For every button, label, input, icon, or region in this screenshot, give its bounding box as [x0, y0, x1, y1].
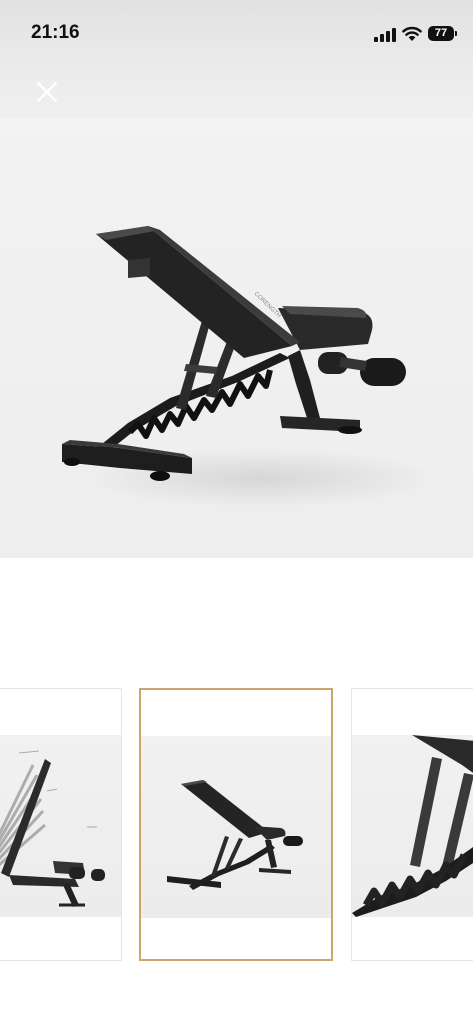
thumbnail-image	[0, 735, 121, 917]
thumbnail-1[interactable]	[0, 688, 122, 961]
thumbnail-image	[141, 736, 331, 918]
status-time: 21:16	[31, 22, 80, 43]
main-product-image[interactable]: CORENGTH	[0, 118, 473, 558]
close-button[interactable]	[34, 79, 60, 105]
thumbnail-image	[352, 735, 473, 917]
product-gallery-page: 21:16 77 CORENGTH	[0, 0, 473, 1024]
thumbnail-strip	[0, 688, 473, 963]
battery-tip	[455, 31, 457, 36]
top-area: 21:16 77	[0, 0, 473, 118]
blank-area	[0, 558, 473, 688]
wifi-icon	[402, 26, 422, 41]
close-icon	[36, 81, 58, 103]
battery-indicator: 77	[428, 26, 454, 41]
thumbnail-3[interactable]	[351, 688, 473, 961]
thumbnail-2-selected[interactable]	[139, 688, 333, 961]
floor-shadow	[80, 448, 440, 508]
cellular-signal-icon	[374, 28, 396, 42]
status-bar: 21:16 77	[0, 0, 473, 62]
